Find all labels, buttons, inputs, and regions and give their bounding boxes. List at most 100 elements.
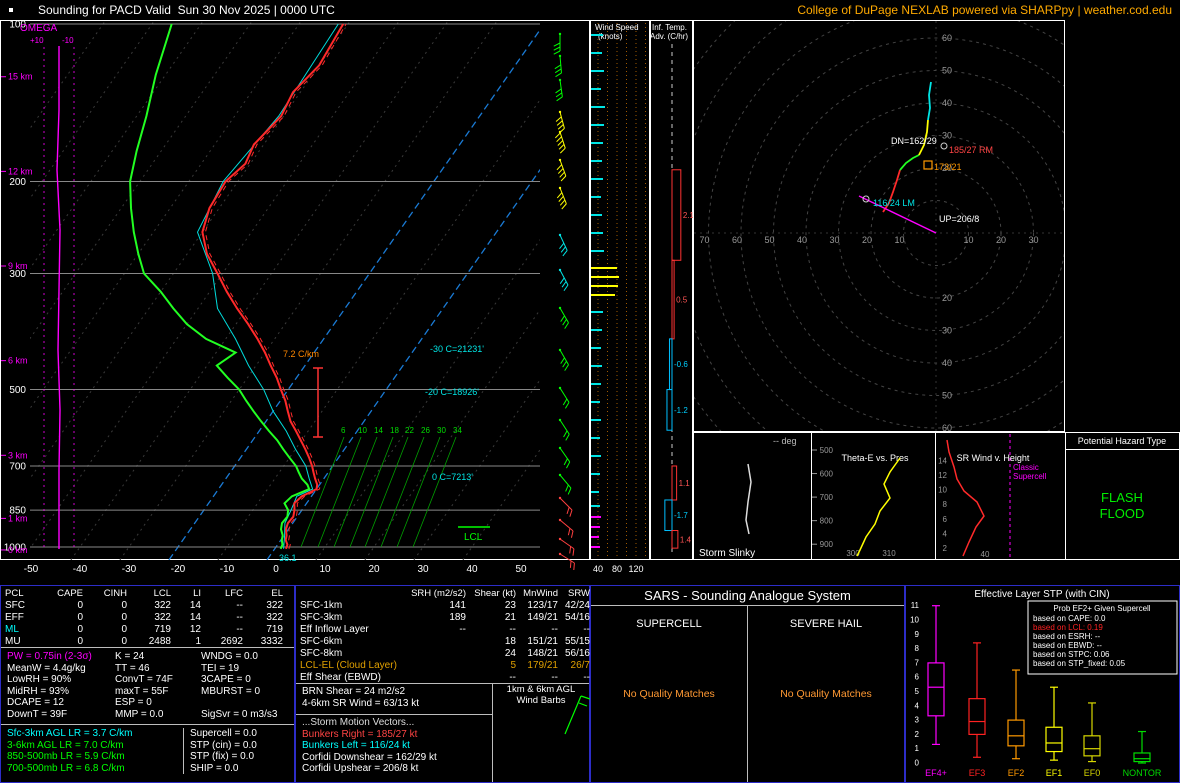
svg-text:Effective Layer STP (with CIN): Effective Layer STP (with CIN) <box>974 589 1109 600</box>
bottom-data-section: PCL CAPE CINH LCL LI LFC EL SFC 0 0 322 14 -- 322 EFF 0… <box>0 585 1180 783</box>
svg-text:2: 2 <box>915 730 920 739</box>
svg-text:SR Wind v. Height: SR Wind v. Height <box>957 453 1030 463</box>
parcel-label: ML <box>5 624 19 635</box>
svg-text:Storm Slinky: Storm Slinky <box>699 548 755 559</box>
svg-text:30: 30 <box>437 426 446 435</box>
svg-text:20: 20 <box>942 293 952 303</box>
pressure-labels: 1002003005007008501000 <box>4 20 27 554</box>
wind-barb-legend: 1km & 6km AGL Wind Barbs <box>492 684 621 782</box>
parcel-cell: 1 <box>195 636 201 647</box>
parcel-table-section: PCL CAPE CINH LCL LI LFC EL SFC 0 0 322 14 -- 322 EFF 0… <box>1 586 294 648</box>
stat-line: DownT = 39F <box>7 708 68 720</box>
kine-label: SFC-1km <box>300 600 343 611</box>
kine-cell <box>410 636 466 648</box>
svg-text:10: 10 <box>938 486 947 495</box>
shear-table: SRH (m2/s2) Shear (kt) MnWind SRW SFC-1km 141… <box>296 586 590 684</box>
stat-line: MBURST = 0 <box>201 685 260 697</box>
svg-text:700: 700 <box>820 493 834 502</box>
svg-text:Theta-E vs. Pres: Theta-E vs. Pres <box>841 453 909 463</box>
stat-line: TT = 46 <box>115 662 150 674</box>
temp-axis-labels: -50 -40 -30 -20 -10 0 10 20 30 40 50 <box>24 564 527 575</box>
svg-text:-20 C=18926': -20 C=18926' <box>425 387 479 397</box>
svg-text:9 km: 9 km <box>8 261 28 271</box>
svg-text:50: 50 <box>942 391 952 401</box>
parcel-cell: 719 <box>266 624 283 635</box>
brn-shear-line: BRN Shear = 24 m2/s2 <box>302 686 406 697</box>
storm-motion-box: ...Storm Motion Vectors... Bunkers Right … <box>296 715 493 775</box>
composite-line: STP (fix) = 0.0 <box>190 751 255 762</box>
svg-text:12: 12 <box>938 471 947 480</box>
svg-text:6 km: 6 km <box>8 356 28 366</box>
svg-text:30: 30 <box>1028 235 1038 245</box>
kine-row: SFC-3km 189 21 149/21 54/16 <box>296 612 590 624</box>
kine-cell: 26/7 <box>570 660 590 671</box>
svg-text:34: 34 <box>453 426 462 435</box>
svg-text:-20: -20 <box>171 564 186 575</box>
stat-line: MMP = 0.0 <box>115 708 164 720</box>
svg-text:based on CAPE: 0.0: based on CAPE: 0.0 <box>1033 614 1106 623</box>
svg-text:310: 310 <box>882 549 896 558</box>
svg-text:50: 50 <box>515 564 527 575</box>
kine-cell: 141 <box>449 600 466 611</box>
svg-text:-- deg: -- deg <box>773 436 797 446</box>
col-header-2: MnWind <box>523 588 558 599</box>
parcel-cell: 2488 <box>148 636 171 647</box>
svg-text:60: 60 <box>942 423 952 433</box>
svg-text:40: 40 <box>942 98 952 108</box>
svg-text:40: 40 <box>797 235 807 245</box>
kine-cell: -- <box>583 672 590 683</box>
col-header-CAPE: CAPE <box>57 588 83 599</box>
parcel-cell: 0 <box>77 624 83 635</box>
kine-cell: 55/15 <box>564 636 590 647</box>
omega-axis: OMEGA +10 -10 <box>20 23 75 549</box>
svg-text:200: 200 <box>9 177 26 188</box>
svg-text:1.1: 1.1 <box>679 479 691 488</box>
svg-text:10: 10 <box>910 616 919 625</box>
svg-text:LCL: LCL <box>464 532 483 543</box>
svg-text:0 km: 0 km <box>8 545 28 555</box>
col-header-3: SRW <box>568 588 590 599</box>
kine-cell: -- <box>509 672 516 683</box>
parcel-cell: -- <box>236 612 243 623</box>
svg-text:FLOOD: FLOOD <box>1100 506 1145 521</box>
kine-cell: 54/16 <box>564 612 590 623</box>
svg-text:FLASH: FLASH <box>1101 490 1143 505</box>
svg-text:EF3: EF3 <box>969 768 986 778</box>
storm-motion-line: Corfidi Upshear = 206/8 kt <box>302 763 419 774</box>
virtual-temp-profile <box>204 23 347 549</box>
svg-text:3: 3 <box>915 716 920 725</box>
kine-cell: -- <box>551 624 558 635</box>
svg-text:36.1: 36.1 <box>279 553 297 563</box>
svg-text:+10: +10 <box>30 36 44 45</box>
stat-line: DCAPE = 12 <box>7 697 64 708</box>
svg-text:4: 4 <box>943 529 948 538</box>
kine-cell: 42/24 <box>564 600 590 611</box>
svg-text:185/27 RM: 185/27 RM <box>949 145 993 155</box>
storm-motion-line: Bunkers Left = 116/24 kt <box>302 740 410 751</box>
svg-text:15 km: 15 km <box>8 72 33 82</box>
parcel-cell: 0 <box>77 600 83 611</box>
svg-text:Wind Speed: Wind Speed <box>595 23 639 32</box>
svg-text:1.4: 1.4 <box>680 535 692 544</box>
parcel-cell: -- <box>236 600 243 611</box>
stats-col-2: K = 24 TT = 46 ConvT = 74F maxT = 55F ESP = … <box>109 651 195 720</box>
parcel-table-header: PCL CAPE CINH LCL LI LFC EL <box>1 587 294 600</box>
svg-text:40: 40 <box>593 564 603 574</box>
svg-text:-10: -10 <box>62 36 74 45</box>
svg-text:120: 120 <box>628 564 643 574</box>
svg-text:1 km: 1 km <box>8 513 28 523</box>
svg-text:500: 500 <box>820 446 834 455</box>
svg-text:NONTOR: NONTOR <box>1123 768 1162 778</box>
hodograph-panel: 10203040506070 10 20 3020203030404050506060… <box>693 20 1180 560</box>
kine-cell: 148/21 <box>527 648 558 659</box>
lapse-rate-section: Sfc-3km AGL LR = 3.7 C/km 3-6km AGL LR = … <box>1 725 294 774</box>
svg-text:-10: -10 <box>220 564 235 575</box>
svg-text:8: 8 <box>915 644 920 653</box>
nexlab-credit-link[interactable]: College of DuPage NEXLAB powered via SHA… <box>797 3 1172 17</box>
parcel-cell: 0 <box>77 636 83 647</box>
lapse-line: Sfc-3km AGL LR = 3.7 C/km <box>7 728 133 739</box>
svg-text:0 C=7213': 0 C=7213' <box>432 472 473 482</box>
window-dot <box>9 8 13 12</box>
svg-text:5: 5 <box>915 687 920 696</box>
parcel-cell: -- <box>236 624 243 635</box>
